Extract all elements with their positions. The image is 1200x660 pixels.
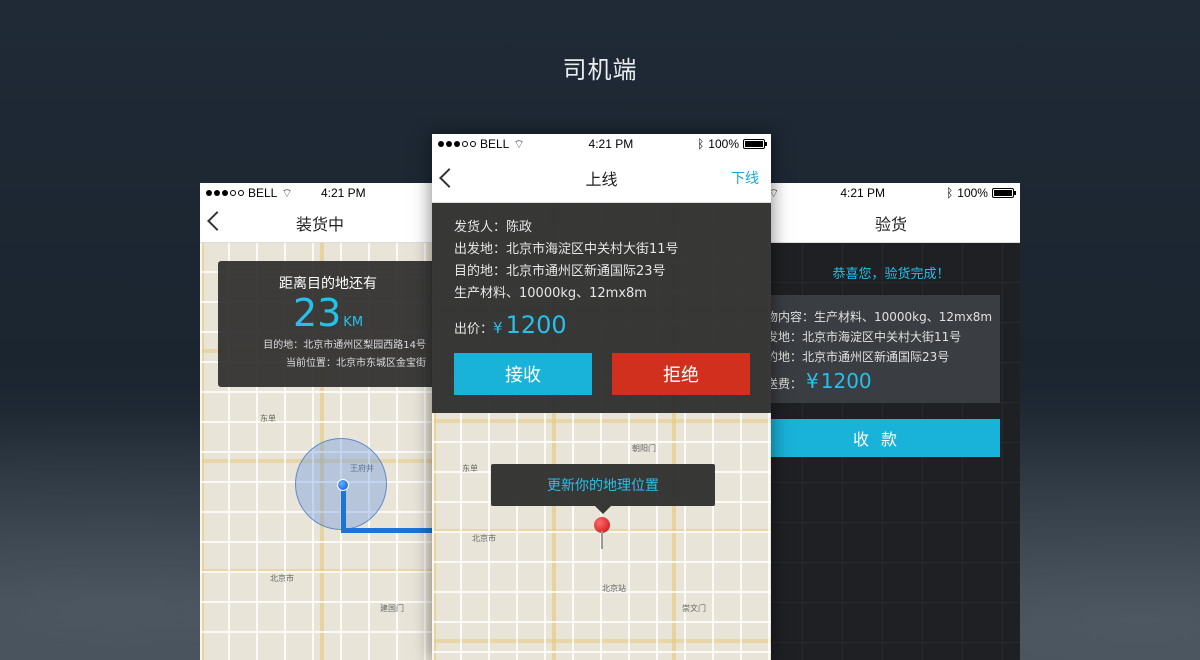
nav-bar: 验货: [762, 203, 1020, 243]
nav-bar: 上线 下线: [432, 154, 771, 203]
collect-payment-button[interactable]: 收款: [762, 419, 1000, 457]
distance-value: 23: [292, 291, 342, 335]
wifi-icon: ⌔: [281, 185, 293, 200]
accept-button[interactable]: 接收: [454, 353, 592, 395]
signal-icon: [206, 190, 244, 196]
battery-percent: 100%: [708, 137, 739, 151]
map-label: 北京市: [472, 534, 496, 543]
battery-percent: 100%: [957, 186, 988, 200]
route-line: [341, 528, 440, 533]
cargo-destination: 的地：北京市通州区新通国际23号: [766, 350, 950, 364]
back-icon[interactable]: [439, 168, 459, 188]
price-label: 出价：: [454, 322, 494, 337]
distance-title: 距离目的地还有: [279, 276, 377, 292]
destination-text: 目的地：北京市通州区梨园西路14号: [263, 340, 426, 351]
battery-icon: [743, 139, 767, 149]
go-offline-link[interactable]: 下线: [731, 168, 759, 188]
map-label: 建国门: [380, 604, 404, 613]
reject-button[interactable]: 拒绝: [612, 353, 750, 395]
phone-loading: BELL ⌔ 4:21 PM 装货中 东单 王府井 北京市 建国门 距离目的地还…: [200, 183, 440, 660]
signal-icon: [438, 141, 476, 147]
location-pin-stem: [601, 531, 603, 549]
back-icon[interactable]: [207, 211, 227, 231]
bluetooth-icon: ᛒ: [697, 137, 705, 151]
current-location-text: 当前位置：北京市东城区金宝街: [286, 358, 426, 369]
nav-title: 验货: [874, 214, 907, 234]
price-currency: ¥: [493, 319, 503, 337]
order-panel: 发货人：陈政 出发地：北京市海淀区中关村大街11号 目的地：北京市通州区新通国际…: [432, 203, 771, 413]
current-location-marker: [337, 479, 349, 491]
bluetooth-icon: ᛒ: [946, 186, 954, 200]
map-label: 北京市: [270, 574, 294, 583]
freight-value: 1200: [820, 369, 872, 393]
shipper-text: 发货人：陈政: [454, 220, 533, 235]
carrier-label: BELL: [248, 186, 278, 200]
map-label: 朝阳门: [632, 444, 656, 453]
cargo-card: 物内容：生产材料、10000kg、12mx8m 发地：北京市海淀区中关村大街11…: [762, 295, 1000, 403]
status-bar: BELL ⌔ 4:21 PM ᛒ 100%: [432, 134, 771, 154]
freight-label: 送费：: [766, 377, 803, 391]
nav-title: 上线: [585, 170, 618, 189]
status-bar: ⌔ 4:21 PM ᛒ 100%: [762, 183, 1020, 203]
nav-bar: 装货中: [200, 203, 440, 243]
destination-text: 目的地：北京市通州区新通国际23号: [454, 264, 666, 279]
route-line: [341, 485, 346, 533]
map-label: 北京站: [602, 584, 626, 593]
nav-title: 装货中: [295, 214, 344, 234]
status-time: 4:21 PM: [320, 186, 366, 200]
wifi-icon: ⌔: [513, 136, 525, 151]
cargo-content: 物内容：生产材料、10000kg、12mx8m: [766, 310, 993, 324]
status-bar: BELL ⌔ 4:21 PM: [200, 183, 440, 203]
distance-unit: KM: [343, 315, 364, 330]
status-time: 4:21 PM: [840, 186, 886, 200]
congrats-text: 恭喜您，验货完成！: [832, 267, 950, 282]
page-title: 司机端: [562, 56, 638, 84]
map-label: 东单: [260, 414, 276, 423]
battery-icon: [991, 188, 1016, 198]
price-value: 1200: [505, 311, 567, 339]
distance-card: 距离目的地还有 23 KM 目的地：北京市通州区梨园西路14号 当前位置：北京市东…: [218, 261, 438, 387]
status-time: 4:21 PM: [588, 137, 634, 151]
update-location-tooltip[interactable]: 更新你的地理位置: [491, 464, 715, 514]
price-row: 出价： ¥ 1200: [454, 311, 771, 339]
phone-online: BELL ⌔ 4:21 PM ᛒ 100% 上线 下线 东单 朝阳门 北京站 北…: [432, 134, 771, 660]
cargo-origin: 发地：北京市海淀区中关村大街11号: [766, 330, 962, 344]
carrier-label: BELL: [480, 137, 510, 151]
freight-currency: ¥: [806, 369, 819, 393]
origin-text: 出发地：北京市海淀区中关村大街11号: [454, 242, 679, 257]
map-label: 东单: [462, 464, 478, 473]
cargo-text: 生产材料、10000kg、12mx8m: [454, 286, 647, 301]
map-label: 崇文门: [682, 604, 706, 613]
phone-inspection: ⌔ 4:21 PM ᛒ 100% 验货 恭喜您，验货完成！ 物内容：生产材料、1…: [762, 183, 1020, 660]
